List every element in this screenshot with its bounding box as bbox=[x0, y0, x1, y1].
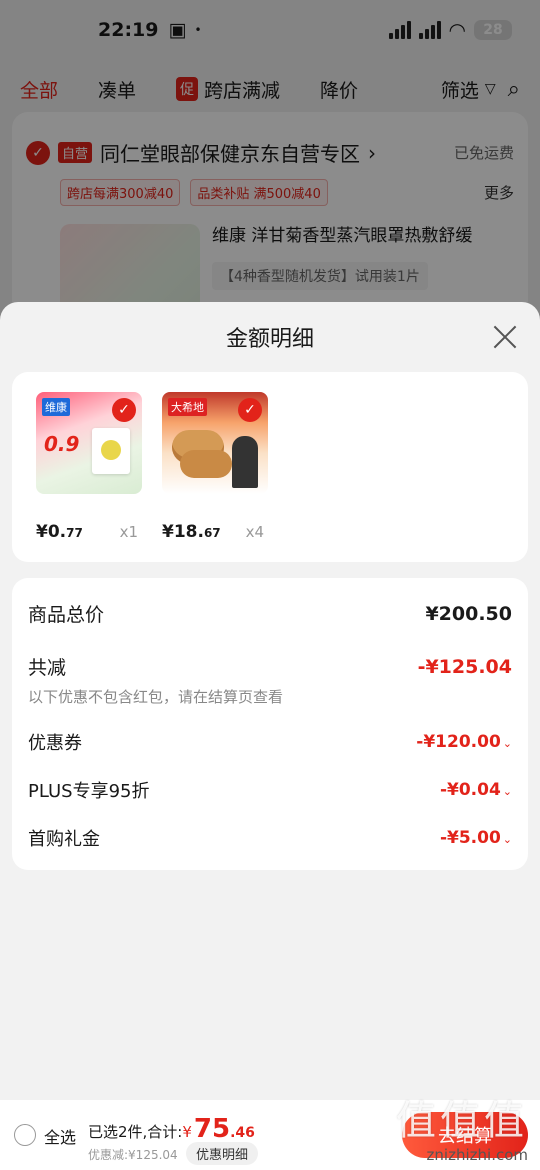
total-label: 商品总价 bbox=[28, 604, 105, 626]
first-purchase-row[interactable]: 首购礼金 -¥5.00 ⌄ bbox=[28, 825, 512, 851]
amount-detail-sheet: 金额明细 维康 0.9 ✓ ¥0.77 x1 大希地 ✓ ¥18.67 x4 商… bbox=[0, 302, 540, 1170]
first-purchase-label: 首购礼金 bbox=[28, 829, 100, 850]
discount-detail-button[interactable]: 优惠明细 bbox=[186, 1142, 259, 1165]
sheet-item: 维康 0.9 ✓ ¥0.77 x1 bbox=[36, 392, 142, 542]
discount-row: 共减 -¥125.04 bbox=[28, 653, 512, 680]
item-price: ¥0.77 bbox=[36, 522, 83, 542]
item-brand: 大希地 bbox=[168, 398, 207, 416]
sheet-title: 金额明细 bbox=[225, 327, 314, 352]
total-value: ¥200.50 bbox=[425, 602, 512, 625]
sheet-item: 大希地 ✓ ¥18.67 x4 bbox=[162, 392, 268, 542]
watermark-url: znizhizhi.com bbox=[426, 1146, 528, 1164]
item-qty: x1 bbox=[119, 523, 138, 541]
coupon-label: 优惠券 bbox=[28, 733, 82, 754]
watermark: 值值值 znizhizhi.com bbox=[396, 1088, 528, 1164]
check-icon: ✓ bbox=[238, 398, 262, 422]
person-icon bbox=[232, 436, 258, 488]
checkout-bar: 全选 已选2件,合计: ¥ 75.46 优惠减:¥125.04 优惠明细 去结算… bbox=[0, 1098, 540, 1170]
total-currency: ¥ bbox=[182, 1123, 192, 1141]
chevron-down-icon[interactable]: ⌄ bbox=[503, 785, 512, 798]
coupon-row[interactable]: 优惠券 -¥120.00 ⌄ bbox=[28, 729, 512, 755]
chevron-down-icon[interactable]: ⌄ bbox=[503, 737, 512, 750]
coupon-value: -¥120.00 bbox=[416, 732, 501, 752]
item-package-icon bbox=[92, 428, 130, 474]
first-purchase-value: -¥5.00 bbox=[439, 828, 501, 848]
watermark-logo: 值值值 bbox=[396, 1098, 528, 1144]
select-all-radio[interactable] bbox=[14, 1124, 36, 1146]
selected-text: 已选2件,合计: bbox=[88, 1123, 183, 1141]
total-row: 商品总价 ¥200.50 bbox=[28, 600, 512, 627]
select-all-label[interactable]: 全选 bbox=[44, 1124, 76, 1148]
item-thumbnail: 大希地 ✓ bbox=[162, 392, 268, 494]
item-qty: x4 bbox=[245, 523, 264, 541]
chevron-down-icon[interactable]: ⌄ bbox=[503, 833, 512, 846]
saved-amount: 优惠减:¥125.04 bbox=[88, 1148, 178, 1162]
sheet-header: 金额明细 bbox=[0, 302, 540, 372]
discount-label: 共减 bbox=[28, 657, 67, 679]
item-brand: 维康 bbox=[42, 398, 70, 416]
plus-value: -¥0.04 bbox=[439, 780, 501, 800]
total-summary: 已选2件,合计: ¥ 75.46 bbox=[88, 1114, 255, 1144]
item-badge-price: 0.9 bbox=[44, 432, 80, 456]
item-thumbnail: 维康 0.9 ✓ bbox=[36, 392, 142, 494]
discount-note: 以下优惠不包含红包，请在结算页查看 bbox=[28, 688, 284, 706]
food-icon bbox=[180, 450, 232, 478]
close-icon[interactable] bbox=[492, 324, 518, 350]
discount-value: -¥125.04 bbox=[417, 655, 512, 678]
total-amount: 75.46 bbox=[193, 1114, 255, 1144]
check-icon: ✓ bbox=[112, 398, 136, 422]
plus-label: PLUS专享95折 bbox=[28, 781, 150, 802]
items-card: 维康 0.9 ✓ ¥0.77 x1 大希地 ✓ ¥18.67 x4 bbox=[12, 372, 528, 562]
price-detail-card: 商品总价 ¥200.50 共减 -¥125.04 以下优惠不包含红包，请在结算页… bbox=[12, 578, 528, 870]
item-price: ¥18.67 bbox=[162, 522, 221, 542]
plus-row[interactable]: PLUS专享95折 -¥0.04 ⌄ bbox=[28, 777, 512, 803]
